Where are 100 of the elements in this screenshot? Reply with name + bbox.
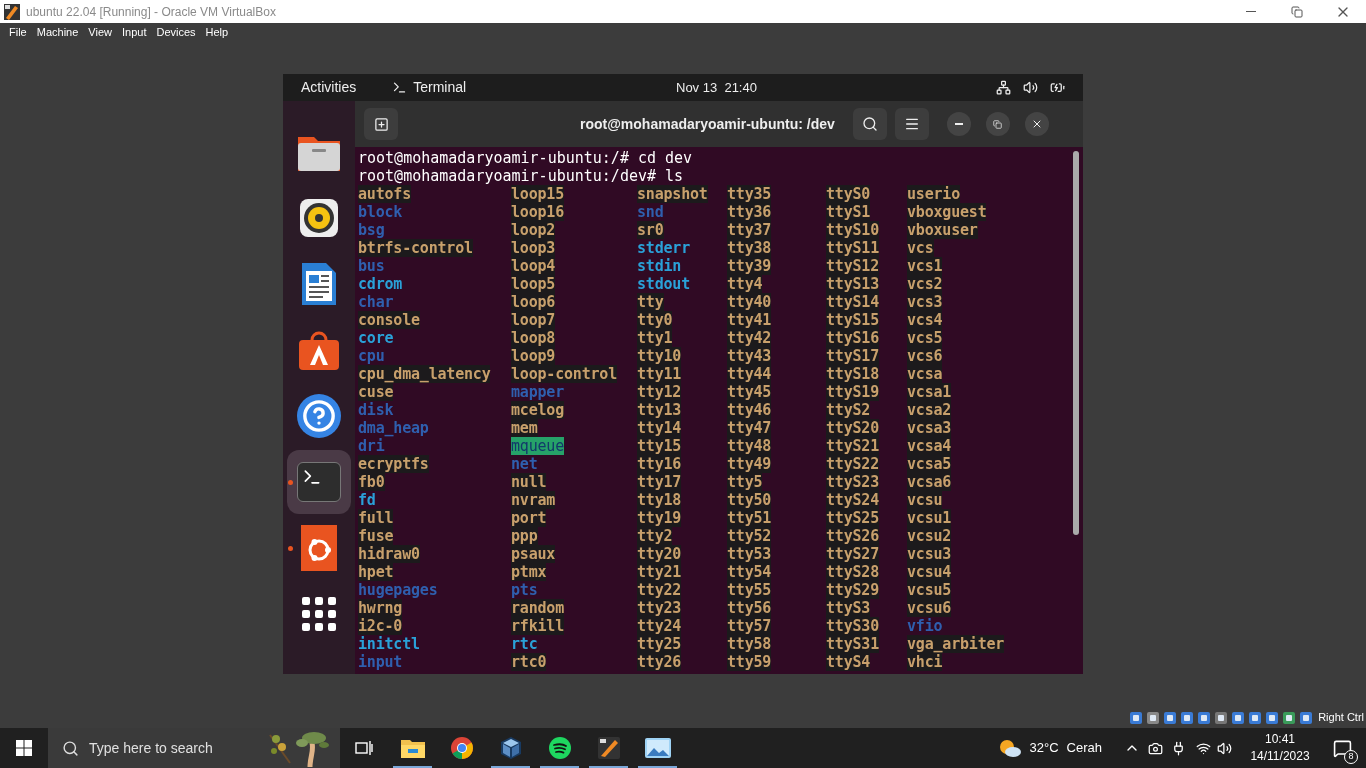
file-entry: tty10	[637, 347, 682, 365]
file-entry: ttyS11	[826, 239, 879, 257]
file-entry: loop9	[511, 347, 556, 365]
file-entry: tty18	[637, 491, 682, 509]
file-entry: vhci	[907, 653, 943, 671]
minimize-button[interactable]	[946, 112, 971, 136]
file-entry: ttyS10	[826, 221, 879, 239]
search-placeholder: Type here to search	[89, 738, 213, 758]
file-entry: tty11	[637, 365, 682, 383]
device-status-icon[interactable]	[1146, 710, 1161, 725]
device-status-icon[interactable]	[1129, 710, 1144, 725]
ubuntu-logo-icon	[301, 525, 337, 571]
volume-icon[interactable]	[1217, 740, 1232, 756]
menu-item[interactable]: Input	[116, 23, 152, 41]
file-entry: tty1	[637, 329, 673, 347]
activities-button[interactable]: Activities	[301, 77, 357, 98]
folder-icon	[400, 738, 425, 758]
file-entry: bus	[358, 257, 385, 275]
file-entry: ppp	[511, 527, 538, 545]
menu-item[interactable]: View	[83, 23, 117, 41]
app-menu[interactable]: Terminal	[413, 77, 467, 98]
clock[interactable]: 10:41 14/11/2023	[1244, 731, 1316, 765]
file-entry: ttyS26	[826, 527, 879, 545]
file-entry: tty19	[637, 509, 682, 527]
device-status-icon[interactable]	[1214, 710, 1229, 725]
temperature[interactable]: 32°C	[1029, 738, 1059, 758]
search-button[interactable]	[852, 108, 887, 140]
power-icon[interactable]	[1171, 740, 1186, 756]
close-button[interactable]	[1024, 112, 1049, 136]
file-entry: tty0	[637, 311, 673, 329]
file-entry: snapshot	[637, 185, 708, 203]
camera-icon[interactable]	[1148, 740, 1163, 756]
file-entry: tty2	[637, 527, 673, 545]
file-entry: tty54	[727, 563, 772, 581]
file-entry: tty59	[727, 653, 772, 671]
file-entry: vcs3	[907, 293, 943, 311]
device-status-icon[interactable]	[1163, 710, 1178, 725]
restore-icon	[993, 119, 1003, 129]
device-status-icon[interactable]	[1231, 710, 1246, 725]
file-entry: stderr	[637, 239, 690, 257]
wifi-icon[interactable]	[1196, 740, 1211, 756]
file-entry: tty53	[727, 545, 772, 563]
file-entry: tty35	[727, 185, 772, 203]
file-entry: tty41	[727, 311, 772, 329]
new-tab-button[interactable]	[364, 108, 398, 140]
device-status-icon[interactable]	[1248, 710, 1263, 725]
file-entry: mapper	[511, 383, 564, 401]
file-entry: hpet	[358, 563, 394, 581]
network-icon[interactable]	[996, 80, 1011, 95]
file-entry: ttyS16	[826, 329, 879, 347]
file-entry: tty47	[727, 419, 772, 437]
device-status-icon[interactable]	[1197, 710, 1212, 725]
terminal-icon	[392, 80, 408, 95]
file-entry: vcsa1	[907, 383, 952, 401]
file-entry: loop2	[511, 221, 556, 239]
file-entry: tty20	[637, 545, 682, 563]
device-status-icon[interactable]	[1282, 710, 1297, 725]
file-entry: tty50	[727, 491, 772, 509]
clock[interactable]: Nov 13 21:40	[676, 77, 757, 98]
scrollbar[interactable]	[1073, 151, 1079, 535]
file-entry: tty12	[637, 383, 682, 401]
menu-item[interactable]: Devices	[151, 23, 201, 41]
file-entry: tty5	[727, 473, 763, 491]
search-field[interactable]: Type here to search	[48, 728, 340, 768]
maximize-button[interactable]	[985, 112, 1010, 136]
file-entry: tty45	[727, 383, 772, 401]
file-entry: vcsu3	[907, 545, 952, 563]
file-entry: loop7	[511, 311, 556, 329]
file-entry: loop6	[511, 293, 556, 311]
file-entry: loop3	[511, 239, 556, 257]
file-entry: ttyS1	[826, 203, 871, 221]
device-status-icon[interactable]	[1180, 710, 1195, 725]
file-entry: vcs4	[907, 311, 943, 329]
new-tab-icon	[373, 116, 389, 132]
volume-icon[interactable]	[1023, 80, 1038, 95]
file-entry: tty42	[727, 329, 772, 347]
file-entry: tty49	[727, 455, 772, 473]
file-entry: vcs2	[907, 275, 943, 293]
file-entry: tty55	[727, 581, 772, 599]
file-entry: ttyS13	[826, 275, 879, 293]
weather-condition[interactable]: Cerah	[1066, 738, 1102, 758]
menu-item[interactable]: Machine	[31, 23, 84, 41]
device-status-icon[interactable]	[1299, 710, 1314, 725]
file-entry: char	[358, 293, 394, 311]
file-entry: fuse	[358, 527, 394, 545]
file-entry: loop5	[511, 275, 556, 293]
weather-icon	[997, 738, 1022, 758]
battery-icon[interactable]	[1050, 80, 1065, 95]
menu-button[interactable]	[894, 108, 929, 140]
menu-item[interactable]: Help	[200, 23, 234, 41]
file-entry: tty37	[727, 221, 772, 239]
device-status-icon[interactable]	[1265, 710, 1280, 725]
file-entry: vcsa4	[907, 437, 952, 455]
file-entry: autofs	[358, 185, 411, 203]
file-entry: hidraw0	[358, 545, 420, 563]
file-entry: core	[358, 329, 394, 347]
menu-item[interactable]: File	[4, 23, 32, 41]
file-entry: tty56	[727, 599, 772, 617]
command-line: root@mohamadaryoamir-ubuntu:/dev# ls	[358, 167, 684, 185]
image-icon	[644, 738, 671, 758]
